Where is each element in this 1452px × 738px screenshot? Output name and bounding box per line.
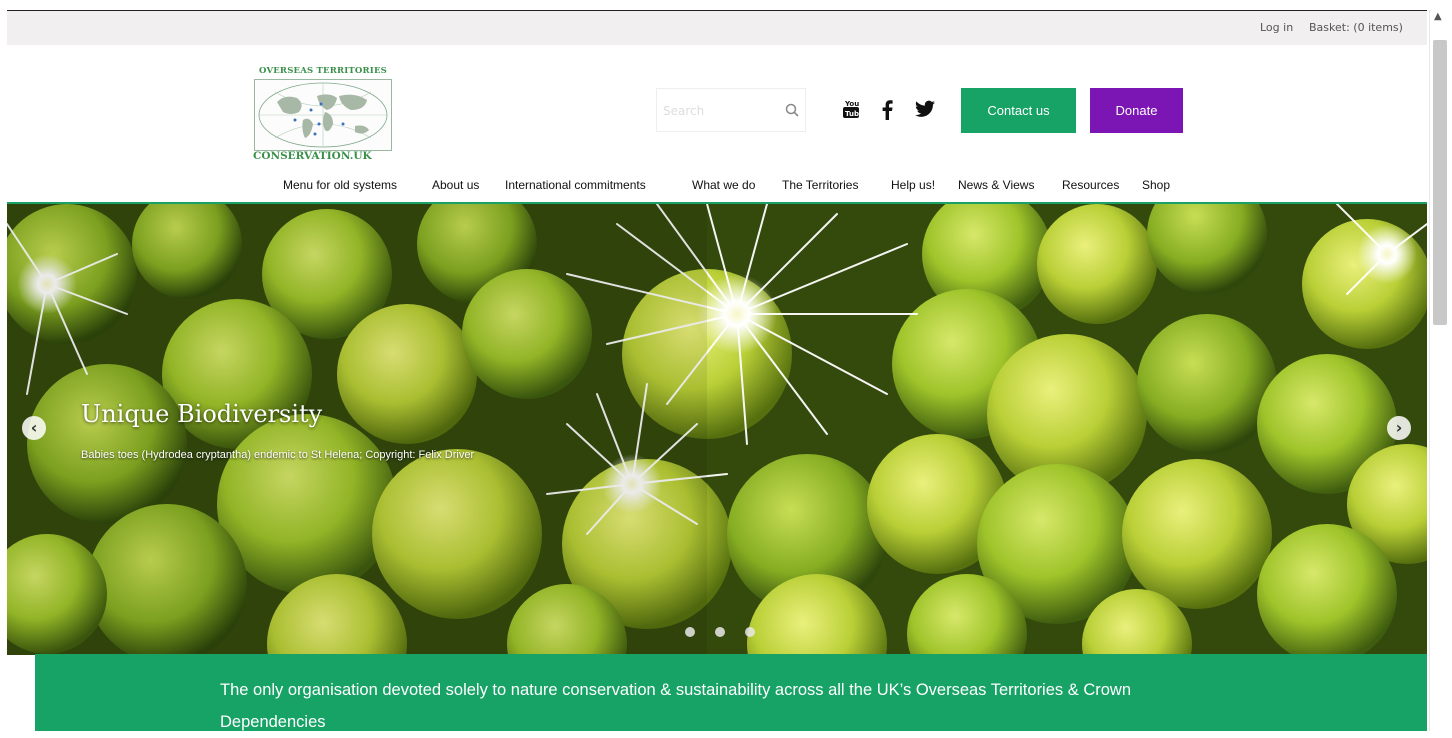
search-box[interactable] — [656, 88, 806, 132]
search-input[interactable] — [661, 99, 775, 123]
nav-item-help-us[interactable]: Help us! — [891, 178, 935, 192]
scroll-up-icon[interactable]: ▲ — [1434, 11, 1442, 22]
svg-text:You: You — [844, 100, 859, 108]
hero-image — [7, 204, 1427, 655]
search-icon[interactable] — [785, 102, 799, 121]
carousel-next-button[interactable]: › — [1387, 416, 1411, 440]
login-link[interactable]: Log in — [1260, 21, 1293, 34]
hero-title: Unique Biodiversity — [81, 400, 323, 428]
youtube-icon[interactable]: You Tube — [843, 99, 864, 124]
nav-item-international-commitments[interactable]: International commitments — [505, 178, 646, 192]
hero-carousel[interactable]: Unique Biodiversity Babies toes (Hydrode… — [7, 204, 1427, 655]
donate-button[interactable]: Donate — [1090, 88, 1183, 133]
hero-caption: Babies toes (Hydrodea cryptantha) endemi… — [81, 449, 475, 461]
mission-text: The only organisation devoted solely to … — [220, 681, 1132, 731]
nav-item-about-us[interactable]: About us — [432, 178, 479, 192]
svg-text:Tube: Tube — [845, 110, 859, 118]
logo-top-text: OVERSEAS TERRITORIES — [259, 66, 387, 76]
carousel-indicators — [685, 622, 770, 641]
mission-banner: The only organisation devoted solely to … — [35, 654, 1427, 731]
site-logo[interactable]: OVERSEAS TERRITORIES CONSERVATION.UK — [253, 66, 393, 164]
utility-bar: Log in Basket: (0 items) — [7, 10, 1427, 45]
nav-item-resources[interactable]: Resources — [1062, 178, 1119, 192]
carousel-dot-3[interactable] — [745, 627, 756, 637]
carousel-prev-button[interactable]: ‹ — [22, 416, 46, 440]
nav-item-the-territories[interactable]: The Territories — [782, 178, 858, 192]
chevron-right-icon: › — [1395, 418, 1403, 437]
world-map-icon — [254, 79, 392, 151]
carousel-dot-2[interactable] — [715, 627, 726, 637]
chevron-left-icon: ‹ — [30, 418, 38, 437]
logo-bottom-text: CONSERVATION.UK — [253, 150, 372, 162]
main-nav: Menu for old systems About us Internatio… — [0, 178, 1452, 198]
nav-item-what-we-do[interactable]: What we do — [692, 178, 755, 192]
carousel-dot-1[interactable] — [685, 627, 695, 637]
contact-us-button[interactable]: Contact us — [961, 88, 1076, 133]
twitter-icon[interactable] — [915, 100, 935, 123]
basket-link[interactable]: Basket: (0 items) — [1309, 21, 1403, 34]
page-scrollbar[interactable]: ▲ — [1429, 10, 1452, 731]
nav-item-shop[interactable]: Shop — [1142, 178, 1170, 192]
facebook-icon[interactable] — [881, 100, 893, 125]
nav-item-news-views[interactable]: News & Views — [958, 178, 1034, 192]
nav-item-menu-old-systems[interactable]: Menu for old systems — [283, 178, 397, 192]
